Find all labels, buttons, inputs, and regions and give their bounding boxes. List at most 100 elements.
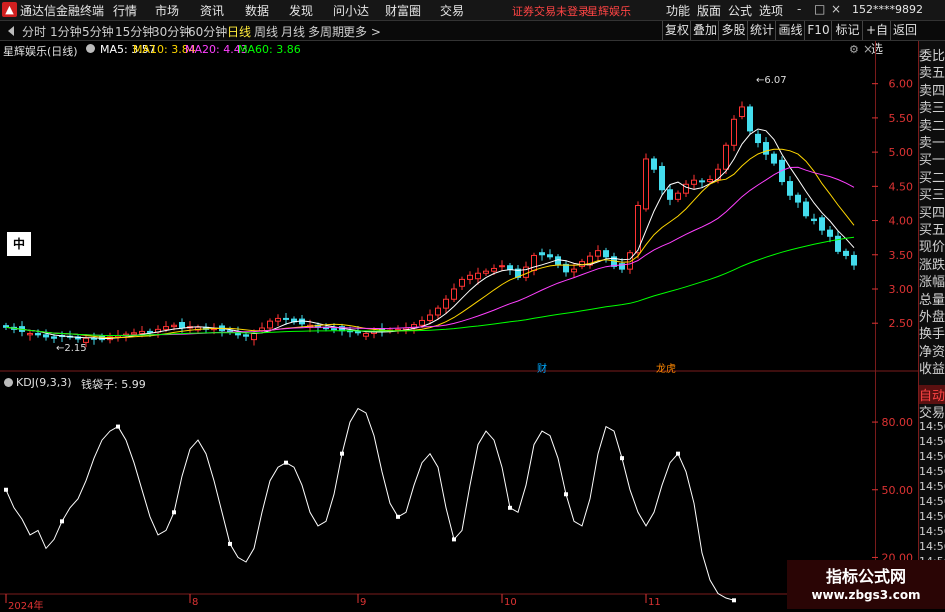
candle-body-67 [539,252,545,256]
chart-canvas[interactable]: 6.00 5.50 5.00 4.50 4.00 3.50 3.00 2.50 80.00 50.… [0,0,945,609]
kdj-tick-0: 80.00 [882,416,914,429]
candle-body-54 [435,307,441,316]
candle-body-80 [643,158,649,210]
date-label-0: 2024年 [8,601,44,612]
dragon-tiger-marker[interactable]: 龙虎 [656,360,676,375]
candle-body-52 [419,319,425,326]
candle-body-74 [595,250,601,257]
candle-body-90 [723,144,729,170]
candle-body-6 [51,336,57,339]
candle-body-96 [771,153,777,164]
candle-body-99 [795,194,801,203]
candle-body-33 [267,320,273,329]
candle-body-10 [83,337,89,343]
kdj-point-0 [4,487,8,492]
kdj-point-63 [508,505,512,510]
candle-body-35 [283,317,289,320]
candle-body-98 [787,181,793,196]
candle-body-89 [715,168,721,180]
candle-body-41 [331,328,337,331]
candle-body-16 [131,332,137,335]
kdj-point-56 [452,537,456,542]
candle-body-22 [179,322,185,329]
candle-body-75 [603,250,609,258]
kdj-tick-1: 50.00 [882,484,914,497]
candle-body-95 [763,142,769,155]
candle-body-20 [163,326,169,330]
price-tick-3: 4.50 [889,180,914,193]
zhong-button[interactable]: 中 [7,232,31,256]
date-label-3: 10 [504,597,517,608]
candle-body-30 [243,334,249,337]
candle-body-104 [835,235,841,252]
candle-body-57 [459,278,465,287]
candle-body-94 [755,133,761,144]
watermark-url: www.zbgs3.com [811,588,921,602]
date-label-1: 8 [192,597,199,608]
candle-body-62 [499,265,505,268]
price-tick-7: 2.50 [889,317,914,330]
date-label-2: 9 [360,597,367,608]
candle-body-58 [467,274,473,280]
high-price-annotation: ←6.07 [756,75,787,86]
candle-body-45 [363,332,369,337]
candle-body-21 [171,324,177,328]
kdj-point-7 [60,519,64,524]
price-tick-1: 5.50 [889,112,914,125]
candle-body-86 [691,179,697,185]
watermark-title: 指标公式网 [825,567,906,586]
candle-body-49 [395,328,401,331]
candle-body-31 [251,332,257,341]
candle-body-84 [675,192,681,200]
price-tick-6: 3.00 [889,283,914,296]
candle-body-17 [139,330,145,334]
candle-body-93 [747,106,753,132]
candle-body-81 [651,158,657,170]
kdj-point-84 [676,451,680,456]
ma-line-10 [5,148,855,339]
candle-body-53 [427,314,433,321]
candle-body-59 [475,272,481,280]
candle-body-63 [507,265,513,270]
candle-body-87 [699,180,705,183]
candle-body-82 [659,165,665,191]
kdj-point-35 [284,460,288,465]
candle-body-92 [739,106,745,118]
price-tick-0: 6.00 [889,78,914,91]
finance-marker[interactable]: 财 [537,360,547,375]
price-tick-2: 5.00 [889,146,914,159]
candle-body-4 [35,332,41,336]
price-tick-4: 4.00 [889,215,914,228]
candle-body-5 [43,334,49,338]
candle-body-60 [483,270,489,274]
kdj-point-70 [564,492,568,497]
candle-body-3 [27,332,33,336]
kdj-point-14 [116,424,120,429]
price-tick-5: 3.50 [889,249,914,262]
candle-body-106 [851,254,857,266]
kdj-point-77 [620,456,624,461]
candle-body-71 [571,268,577,273]
kdj-point-42 [340,451,344,456]
candle-body-102 [819,217,825,231]
kdj-point-91 [732,598,736,603]
candle-body-103 [827,229,833,237]
candle-body-61 [491,267,497,272]
candle-body-83 [667,189,673,200]
candle-body-101 [811,218,817,222]
low-price-annotation: ←2.15 [56,343,87,354]
date-label-4: 11 [648,597,661,608]
candle-body-34 [275,317,281,322]
candle-body-68 [547,254,553,258]
candle-body-56 [451,288,457,300]
kdj-line [5,407,735,601]
candle-body-66 [531,254,537,272]
candle-body-18 [147,330,153,333]
candle-body-55 [443,298,449,309]
candle-body-88 [707,178,713,183]
candle-body-91 [731,118,737,146]
kdj-point-28 [228,541,232,546]
candle-body-105 [843,250,849,256]
kdj-point-21 [172,510,176,515]
candle-body-100 [803,201,809,217]
